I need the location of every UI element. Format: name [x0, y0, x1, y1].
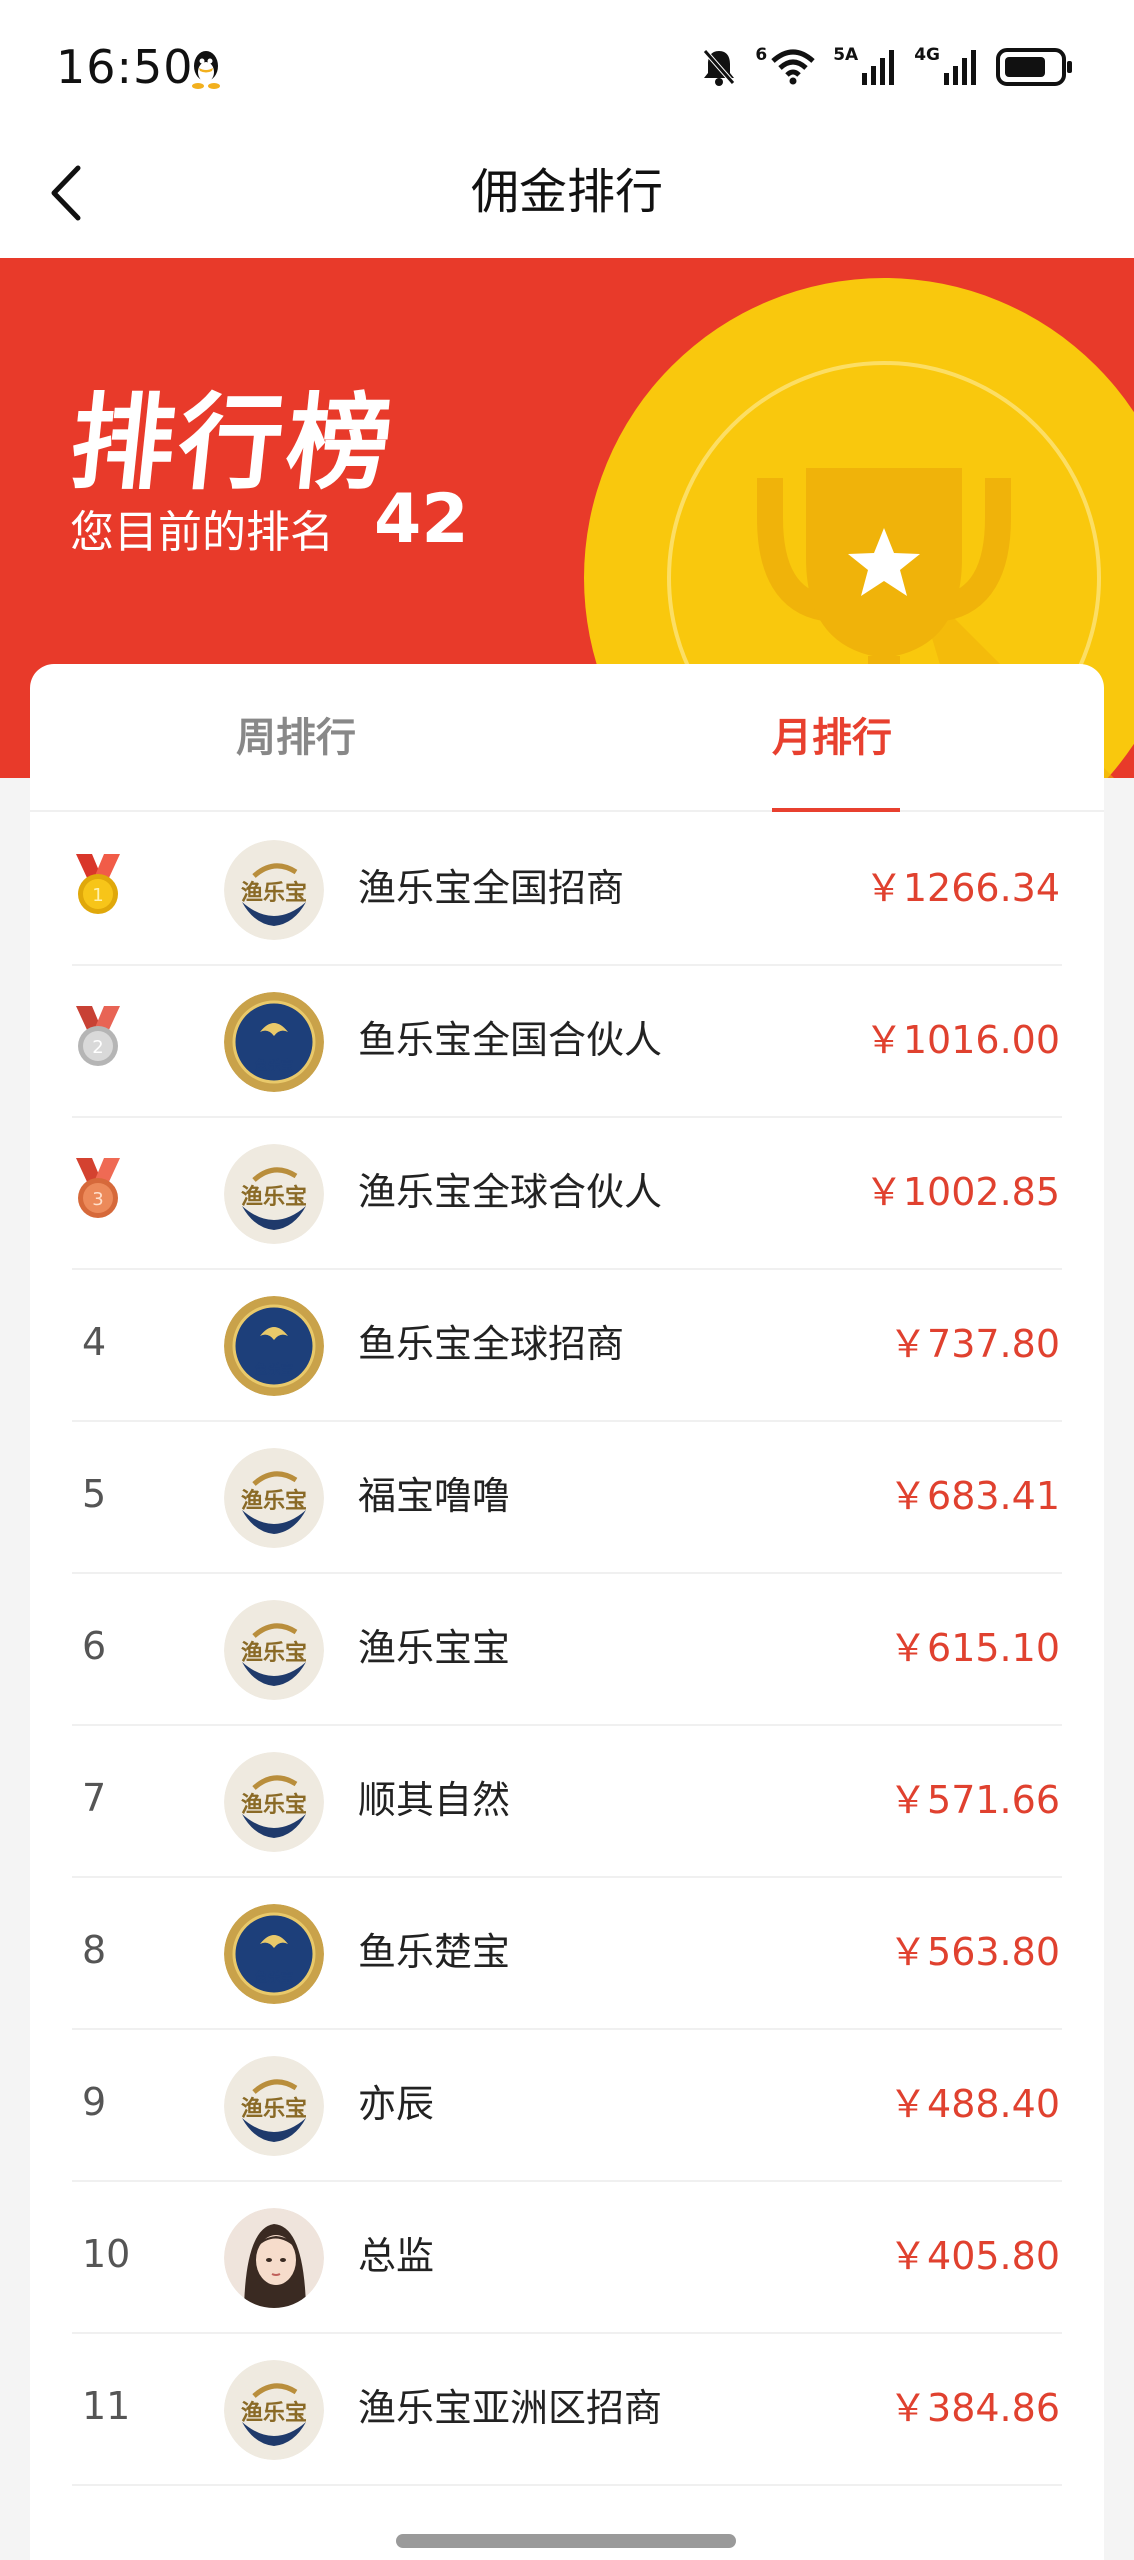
hero-title: 排行榜	[64, 382, 402, 504]
user-name: 福宝噜噜	[358, 1474, 511, 1518]
rank-number: 10	[82, 2232, 131, 2276]
user-name: 鱼乐楚宝	[358, 1930, 511, 1974]
user-avatar	[224, 2208, 324, 2308]
commission-amount: ￥683.41	[889, 1474, 1060, 1518]
ranking-row[interactable]: 9 渔乐宝 亦辰 ￥488.40	[72, 2030, 1062, 2182]
commission-amount: ￥488.40	[889, 2082, 1060, 2126]
user-name: 亦辰	[358, 2082, 435, 2126]
network-label-2: 4G	[914, 45, 940, 65]
user-avatar: 渔乐宝	[224, 2056, 324, 2156]
logo-text: 鱼乐宝	[254, 1058, 293, 1074]
gold-medal-icon: 1	[76, 854, 120, 914]
commission-ranking-page: 16:50 6 5A 4G 佣金排行 排行榜 您目前的排名 42 周排行 月排行…	[0, 0, 1134, 2560]
logo-text: 渔乐宝	[241, 1184, 307, 1210]
tab-weekly[interactable]: 周排行	[236, 710, 356, 766]
mute-bell-icon	[703, 49, 736, 86]
signal-strength-icon	[862, 50, 895, 85]
active-tab-underline	[772, 808, 900, 812]
user-avatar: 渔乐宝	[224, 1448, 324, 1548]
logo-text: 鱼乐宝	[254, 1970, 293, 1986]
status-time: 16:50	[56, 40, 194, 94]
user-name: 渔乐宝亚洲区招商	[358, 2386, 663, 2430]
rank-number: 9	[82, 2080, 107, 2124]
rank-number: 5	[82, 1472, 107, 1516]
page-title: 佣金排行	[470, 164, 663, 220]
user-avatar: 鱼乐宝	[224, 1904, 324, 2004]
status-bar: 16:50 6 5A 4G	[0, 0, 1134, 130]
ranking-row[interactable]: 4 鱼乐宝 鱼乐宝全球招商 ￥737.80	[72, 1270, 1062, 1422]
my-rank-label: 您目前的排名	[70, 507, 334, 558]
user-name: 渔乐宝宝	[358, 1626, 511, 1670]
ranking-row[interactable]: 5 渔乐宝 福宝噜噜 ￥683.41	[72, 1422, 1062, 1574]
tab-monthly[interactable]: 月排行	[772, 710, 892, 766]
logo-text: 渔乐宝	[241, 1792, 307, 1818]
user-avatar: 鱼乐宝	[224, 1296, 324, 1396]
bronze-medal-icon: 3	[76, 1158, 120, 1218]
commission-amount: ￥571.66	[889, 1778, 1060, 1822]
nav-bar: 佣金排行	[0, 130, 1134, 258]
commission-amount: ￥1016.00	[864, 1018, 1060, 1062]
battery-icon	[996, 48, 1072, 86]
rank-number: 11	[82, 2384, 131, 2428]
logo-text: 渔乐宝	[241, 2096, 307, 2122]
commission-amount: ￥405.80	[889, 2234, 1060, 2278]
rank-number: 7	[82, 1776, 107, 1820]
user-name: 总监	[358, 2234, 435, 2278]
user-name: 顺其自然	[358, 1778, 511, 1822]
user-avatar: 渔乐宝	[224, 2360, 324, 2460]
ranking-row[interactable]: 10 总监 ￥405.80	[72, 2182, 1062, 2334]
user-name: 渔乐宝全球合伙人	[358, 1170, 663, 1214]
user-avatar: 渔乐宝	[224, 1752, 324, 1852]
user-avatar: 渔乐宝	[224, 1144, 324, 1244]
user-avatar: 鱼乐宝	[224, 992, 324, 1092]
user-avatar: 渔乐宝	[224, 840, 324, 940]
wifi-icon	[771, 49, 815, 85]
rank-number: 6	[82, 1624, 107, 1668]
logo-text: 鱼乐宝	[254, 1362, 293, 1378]
rank-number: 8	[82, 1928, 107, 1972]
commission-amount: ￥1266.34	[864, 866, 1060, 910]
ranking-row[interactable]: 11 渔乐宝 渔乐宝亚洲区招商 ￥384.86	[72, 2334, 1062, 2486]
signal-strength-icon-2	[944, 50, 976, 85]
ranking-row[interactable]: 3 渔乐宝 渔乐宝全球合伙人 ￥1002.85	[72, 1118, 1062, 1270]
commission-amount: ￥737.80	[889, 1322, 1060, 1366]
ranking-row[interactable]: 1 渔乐宝 渔乐宝全国招商 ￥1266.34	[72, 814, 1062, 966]
user-name: 鱼乐宝全国合伙人	[358, 1018, 663, 1062]
network-label-1: 5A	[833, 45, 859, 65]
commission-amount: ￥615.10	[889, 1626, 1060, 1670]
user-name: 渔乐宝全国招商	[358, 866, 625, 910]
medal-rank-number: 2	[92, 1037, 103, 1058]
medal-rank-number: 1	[92, 885, 103, 906]
ranking-row[interactable]: 6 渔乐宝 渔乐宝宝 ￥615.10	[72, 1574, 1062, 1726]
home-indicator[interactable]	[396, 2534, 736, 2548]
user-name: 鱼乐宝全球招商	[358, 1322, 625, 1366]
medal-rank-number: 3	[92, 1189, 103, 1210]
my-rank-value: 42	[374, 480, 469, 559]
logo-text: 渔乐宝	[241, 1488, 307, 1514]
logo-text: 渔乐宝	[241, 1640, 307, 1666]
status-icons: 6 5A 4G	[701, 44, 1074, 90]
logo-text: 渔乐宝	[241, 880, 307, 906]
ranking-row[interactable]: 8 鱼乐宝 鱼乐楚宝 ￥563.80	[72, 1878, 1062, 2030]
commission-amount: ￥563.80	[889, 1930, 1060, 1974]
ranking-row[interactable]: 7 渔乐宝 顺其自然 ￥571.66	[72, 1726, 1062, 1878]
wifi-sub-label: 6	[755, 45, 768, 65]
period-tabs: 周排行 月排行	[30, 664, 1104, 812]
logo-text: 渔乐宝	[241, 2400, 307, 2426]
ranking-row[interactable]: 2 鱼乐宝 鱼乐宝全国合伙人 ￥1016.00	[72, 966, 1062, 1118]
user-avatar: 渔乐宝	[224, 1600, 324, 1700]
ranking-card: 周排行 月排行 1 渔乐宝 渔乐宝全国招商 ￥1266.34 2 鱼乐宝 鱼乐宝全国合伙人 ￥…	[30, 664, 1104, 2560]
ranking-list: 1 渔乐宝 渔乐宝全国招商 ￥1266.34 2 鱼乐宝 鱼乐宝全国合伙人 ￥1016.00 3…	[30, 814, 1104, 2486]
commission-amount: ￥1002.85	[864, 1170, 1060, 1214]
silver-medal-icon: 2	[76, 1006, 120, 1066]
commission-amount: ￥384.86	[889, 2386, 1060, 2430]
qq-penguin-icon	[192, 51, 220, 89]
rank-number: 4	[82, 1320, 107, 1364]
